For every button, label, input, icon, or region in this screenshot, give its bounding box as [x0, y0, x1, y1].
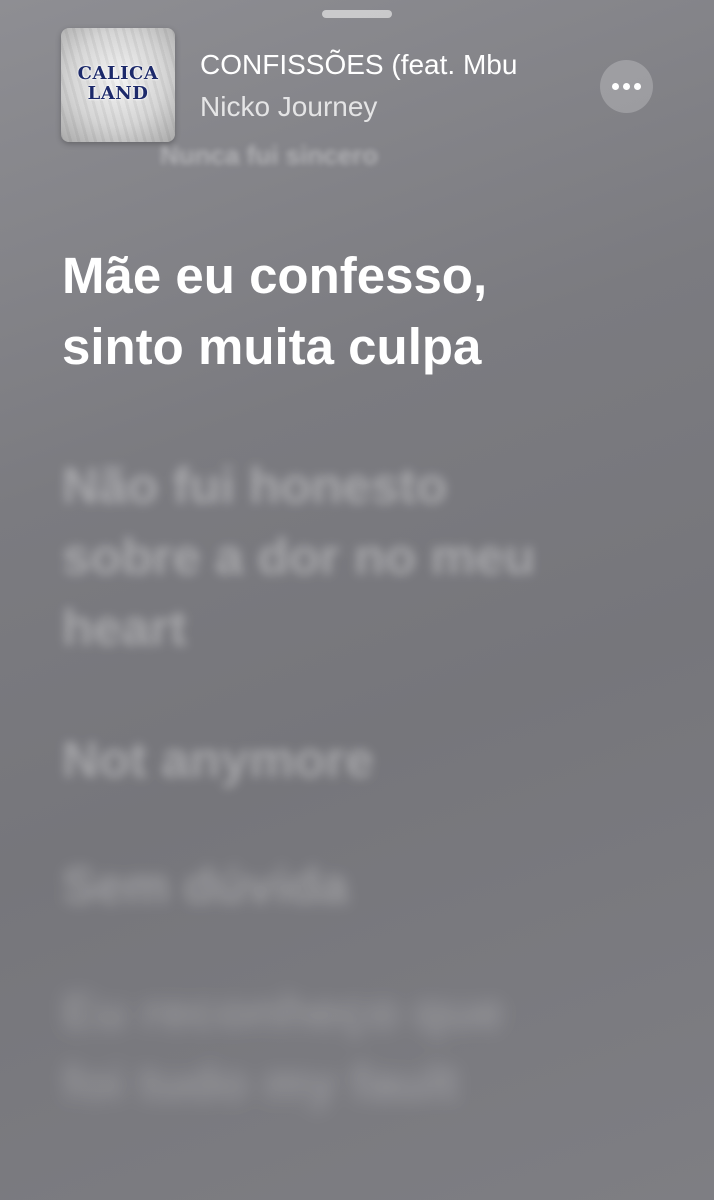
artwork-logo: CALICA LAND — [67, 64, 169, 104]
lyric-text: Not anymore — [62, 731, 374, 788]
more-dot-icon — [634, 83, 641, 90]
lyric-text: Eu reconheço que — [62, 983, 505, 1040]
upcoming-lyric-line[interactable]: Eu reconheço que foi tudo my fault — [62, 976, 672, 1118]
previous-lyric-line[interactable]: Nunca fui sincero — [160, 140, 378, 171]
current-lyric-line[interactable]: Mãe eu confesso, sinto muita culpa — [62, 240, 672, 382]
more-options-button[interactable] — [600, 60, 653, 113]
upcoming-lyric-line[interactable]: Não fui honesto sobre a dor no meu heart — [62, 450, 672, 663]
artwork-logo-line1: CALICA — [77, 63, 159, 84]
lyric-text: sobre a dor no meu — [62, 528, 536, 585]
more-dot-icon — [623, 83, 630, 90]
lyric-text: Sem dúvida — [62, 857, 349, 914]
lyric-text: sinto muita culpa — [62, 318, 482, 375]
album-artwork[interactable]: CALICA LAND — [61, 28, 175, 142]
upcoming-lyric-line[interactable]: Not anymore — [62, 724, 672, 795]
artwork-logo-line2: LAND — [87, 83, 149, 104]
lyric-text: foi tudo my fault — [62, 1054, 459, 1111]
track-title[interactable]: CONFISSÕES (feat. Mbu — [200, 48, 552, 82]
upcoming-lyric-line[interactable]: Sem dúvida — [62, 850, 672, 921]
lyric-text: Mãe eu confesso, — [62, 247, 488, 304]
lyric-text: heart — [62, 599, 187, 656]
more-dot-icon — [612, 83, 619, 90]
lyric-text: Não fui honesto — [62, 457, 448, 514]
artist-name[interactable]: Nicko Journey — [200, 90, 377, 124]
sheet-grabber-handle[interactable] — [322, 10, 392, 18]
